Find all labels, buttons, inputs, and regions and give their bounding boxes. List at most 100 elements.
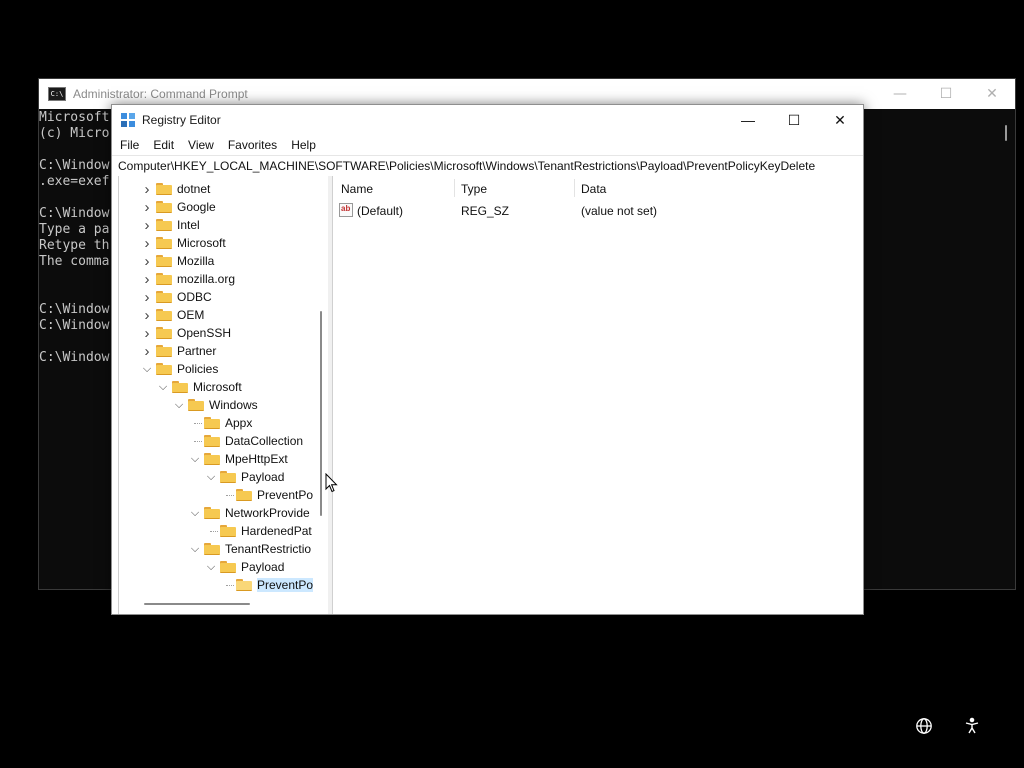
tree-node[interactable]: › OpenSSH: [140, 324, 232, 342]
tree-node[interactable]: › mozilla.org: [140, 270, 236, 288]
regedit-app-icon: [120, 112, 136, 128]
tree-node[interactable]: PreventPo: [220, 576, 314, 594]
chevron-right-icon[interactable]: ›: [140, 343, 154, 360]
tree-connector: [188, 434, 202, 448]
tree-horizontal-scrollbar[interactable]: [144, 603, 250, 605]
cmd-scrollbar[interactable]: [999, 109, 1015, 589]
menu-favorites[interactable]: Favorites: [221, 138, 284, 152]
value-row[interactable]: ab (Default) REG_SZ (value not set): [333, 202, 863, 220]
address-bar[interactable]: Computer\HKEY_LOCAL_MACHINE\SOFTWARE\Pol…: [112, 155, 863, 177]
tree-node[interactable]: HardenedPat: [204, 522, 312, 540]
chevron-down-icon[interactable]: ⌵: [204, 560, 218, 574]
menu-edit[interactable]: Edit: [146, 138, 181, 152]
tree-node-label: Appx: [225, 416, 253, 430]
chevron-right-icon[interactable]: ›: [140, 217, 154, 234]
column-header-data[interactable]: Data: [581, 182, 606, 196]
tree-node[interactable]: › Mozilla: [140, 252, 215, 270]
folder-icon: [236, 489, 252, 501]
tree-node-label: Mozilla: [177, 254, 215, 268]
tree-node-label: DataCollection: [225, 434, 304, 448]
chevron-right-icon[interactable]: ›: [140, 199, 154, 216]
tree-node[interactable]: › Intel: [140, 216, 200, 234]
tree-node[interactable]: ⌵ Policies: [140, 360, 219, 378]
tree-node-label: ODBC: [177, 290, 212, 304]
tree-node-label: Google: [177, 200, 216, 214]
column-header-name[interactable]: Name: [341, 182, 373, 196]
chevron-right-icon[interactable]: ›: [140, 289, 154, 306]
regedit-maximize-button[interactable]: ☐: [771, 105, 817, 135]
registry-values-pane[interactable]: Name Type Data ab (Default) REG_SZ (valu…: [332, 176, 863, 614]
folder-icon: [204, 417, 220, 429]
folder-icon: [220, 525, 236, 537]
chevron-right-icon[interactable]: ›: [140, 235, 154, 252]
menu-file[interactable]: File: [112, 138, 146, 152]
chevron-down-icon[interactable]: ⌵: [156, 380, 170, 394]
tree-node[interactable]: Appx: [188, 414, 252, 432]
column-header-type[interactable]: Type: [461, 182, 487, 196]
chevron-down-icon[interactable]: ⌵: [140, 362, 154, 376]
globe-icon[interactable]: [912, 714, 936, 738]
tree-vertical-scrollbar[interactable]: [320, 311, 322, 516]
tree-node[interactable]: PreventPo: [220, 486, 313, 504]
tree-node-label: OpenSSH: [177, 326, 232, 340]
tree-node-label: TenantRestrictio: [225, 542, 312, 556]
cmd-scrollbar-thumb[interactable]: [1005, 125, 1007, 141]
tree-node[interactable]: › Google: [140, 198, 216, 216]
tree-node-label: Microsoft: [193, 380, 242, 394]
value-data: (value not set): [581, 204, 658, 218]
tree-node-label: PreventPo: [257, 578, 314, 592]
chevron-right-icon[interactable]: ›: [140, 181, 154, 198]
folder-icon: [156, 327, 172, 339]
tree-node[interactable]: › Microsoft: [140, 234, 226, 252]
registry-editor-window[interactable]: Registry Editor — ☐ ✕ File Edit View Fav…: [111, 104, 864, 615]
cmd-maximize-button[interactable]: ☐: [923, 79, 969, 109]
folder-icon: [204, 435, 220, 447]
tree-node[interactable]: ⌵ TenantRestrictio: [188, 540, 311, 558]
tree-node[interactable]: ⌵ Microsoft: [156, 378, 242, 396]
cmd-close-button[interactable]: ✕: [969, 79, 1015, 109]
menu-help[interactable]: Help: [284, 138, 323, 152]
tree-node[interactable]: ⌵ Payload: [204, 468, 285, 486]
regedit-minimize-button[interactable]: —: [725, 105, 771, 135]
regedit-close-button[interactable]: ✕: [817, 105, 863, 135]
chevron-down-icon[interactable]: ⌵: [172, 398, 186, 412]
tree-node[interactable]: ⌵ MpeHttpExt: [188, 450, 288, 468]
cmd-minimize-button[interactable]: —: [877, 79, 923, 109]
tree-node[interactable]: › OEM: [140, 306, 205, 324]
tree-node[interactable]: ⌵ Windows: [172, 396, 258, 414]
folder-icon: [156, 201, 172, 213]
tree-node[interactable]: › Partner: [140, 342, 217, 360]
column-separator[interactable]: [574, 179, 575, 197]
tree-node-label: dotnet: [177, 182, 211, 196]
chevron-down-icon[interactable]: ⌵: [188, 542, 202, 556]
tree-node[interactable]: › ODBC: [140, 288, 212, 306]
folder-icon: [236, 579, 252, 591]
tree-node[interactable]: ⌵ NetworkProvide: [188, 504, 310, 522]
folder-icon: [156, 273, 172, 285]
tree-node[interactable]: › dotnet: [140, 180, 211, 198]
chevron-down-icon[interactable]: ⌵: [188, 506, 202, 520]
menu-view[interactable]: View: [181, 138, 221, 152]
column-separator[interactable]: [454, 179, 455, 197]
tree-connector: [204, 524, 218, 538]
cmd-app-icon: C:\: [48, 87, 66, 101]
tree-node[interactable]: ⌵ Payload: [204, 558, 285, 576]
regedit-titlebar[interactable]: Registry Editor — ☐ ✕: [112, 105, 863, 135]
tree-node-label: Payload: [241, 470, 285, 484]
chevron-right-icon[interactable]: ›: [140, 271, 154, 288]
folder-icon: [188, 399, 204, 411]
cmd-title: Administrator: Command Prompt: [73, 87, 248, 101]
chevron-down-icon[interactable]: ⌵: [204, 470, 218, 484]
folder-icon: [156, 291, 172, 303]
tree-node[interactable]: DataCollection: [188, 432, 303, 450]
chevron-right-icon[interactable]: ›: [140, 253, 154, 270]
folder-icon: [156, 237, 172, 249]
accessibility-icon[interactable]: [960, 714, 984, 738]
tree-node-label: Partner: [177, 344, 217, 358]
chevron-down-icon[interactable]: ⌵: [188, 452, 202, 466]
chevron-right-icon[interactable]: ›: [140, 307, 154, 324]
chevron-right-icon[interactable]: ›: [140, 325, 154, 342]
registry-tree-pane[interactable]: › dotnet › Google › Intel › Microsoft › Mozilla › m…: [112, 176, 329, 614]
folder-icon: [156, 345, 172, 357]
regedit-title: Registry Editor: [142, 113, 221, 127]
